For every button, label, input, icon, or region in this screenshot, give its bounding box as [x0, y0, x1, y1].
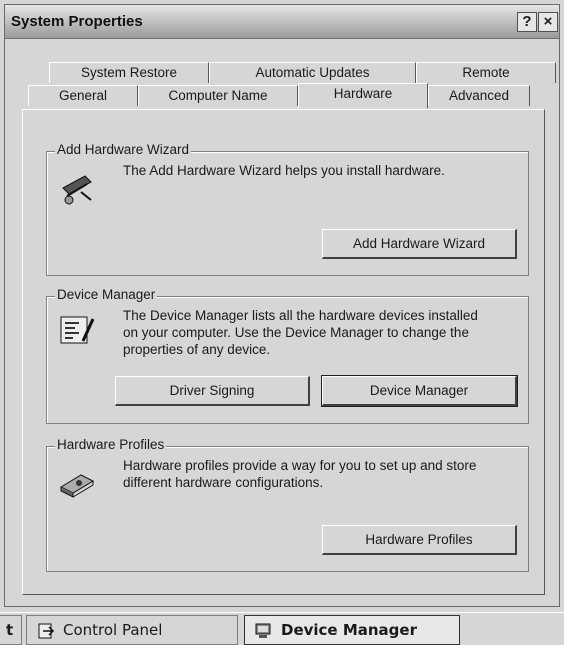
add-hardware-group: Add Hardware Wizard The Add Hardware Wiz…: [46, 142, 529, 276]
hardware-profile-icon: [59, 474, 95, 498]
taskbar-control-panel-label: Control Panel: [63, 621, 163, 639]
taskbar-device-manager-label: Device Manager: [281, 621, 417, 639]
hardware-tab-panel: Add Hardware Wizard The Add Hardware Wiz…: [22, 109, 545, 595]
driver-signing-button[interactable]: Driver Signing: [115, 376, 310, 406]
hardware-profiles-button[interactable]: Hardware Profiles: [322, 525, 517, 555]
control-panel-icon: [38, 623, 55, 639]
tab-advanced[interactable]: Advanced: [428, 85, 530, 106]
device-manager-group-title: Device Manager: [55, 287, 158, 302]
taskbar-item-device-manager[interactable]: Device Manager: [244, 615, 460, 645]
hardware-profiles-description-2: different hardware configurations.: [123, 475, 324, 490]
device-manager-description-2: on your computer. Use the Device Manager…: [123, 325, 469, 340]
title-bar[interactable]: System Properties ? ×: [5, 5, 559, 39]
hardware-profiles-group-title: Hardware Profiles: [55, 437, 167, 452]
taskbar-fragment[interactable]: t: [0, 615, 22, 645]
system-properties-window: System Properties ? × System Restore Aut…: [4, 4, 560, 607]
taskbar-item-control-panel[interactable]: Control Panel: [26, 615, 238, 645]
tab-computer-name[interactable]: Computer Name: [138, 85, 298, 106]
add-hardware-description: The Add Hardware Wizard helps you instal…: [123, 163, 445, 178]
tab-system-restore[interactable]: System Restore: [49, 62, 209, 83]
tab-automatic-updates[interactable]: Automatic Updates: [209, 62, 416, 83]
hardware-profiles-description-1: Hardware profiles provide a way for you …: [123, 458, 477, 473]
device-manager-task-icon: [255, 623, 271, 638]
device-manager-group: Device Manager The Device Manager lists …: [46, 287, 529, 424]
tab-remote[interactable]: Remote: [416, 62, 556, 83]
help-button[interactable]: ?: [517, 12, 537, 32]
device-manager-icon: [60, 316, 95, 344]
device-manager-description-3: properties of any device.: [123, 342, 271, 357]
add-hardware-wizard-button[interactable]: Add Hardware Wizard: [322, 229, 517, 259]
device-manager-description-1: The Device Manager lists all the hardwar…: [123, 308, 478, 323]
wizard-icon: [62, 175, 92, 205]
tab-general[interactable]: General: [28, 85, 138, 106]
device-manager-button[interactable]: Device Manager: [321, 375, 518, 407]
window-title: System Properties: [11, 13, 143, 30]
close-button[interactable]: ×: [538, 12, 558, 32]
hardware-profiles-group: Hardware Profiles Hardware profiles prov…: [46, 437, 529, 572]
add-hardware-group-title: Add Hardware Wizard: [55, 142, 192, 157]
tab-hardware[interactable]: Hardware: [298, 83, 428, 108]
taskbar: t Control Panel Device Manager: [0, 612, 564, 645]
